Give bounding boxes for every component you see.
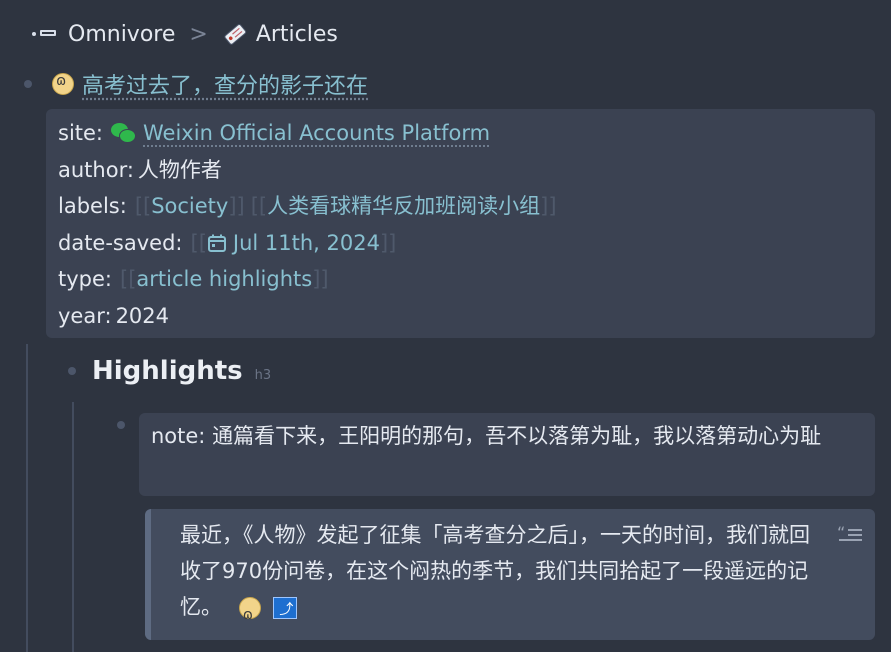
property-date-saved: date-saved: [[ Jul 11th, 2024 ]] — [58, 225, 863, 262]
type-ref[interactable]: article highlights — [136, 261, 312, 298]
breadcrumb: Omnivore > Articles — [28, 18, 338, 50]
label-ref-group[interactable]: 人类看球精华反加班阅读小组 — [267, 188, 540, 225]
label-ref-society[interactable]: Society — [151, 188, 228, 225]
indent-guide — [72, 402, 74, 652]
block-bullet[interactable] — [24, 80, 32, 88]
omnivore-logo-icon — [52, 73, 74, 95]
site-link[interactable]: Weixin Official Accounts Platform — [143, 115, 490, 152]
property-key: author: — [58, 157, 134, 182]
indent-guide — [26, 344, 28, 652]
property-labels: labels: [[ Society ]] [[ 人类看球精华反加班阅读小组 ]… — [58, 188, 863, 225]
tag-icon — [224, 24, 247, 45]
bracket-close: ]] — [312, 267, 329, 291]
page-title[interactable]: 高考过去了，查分的影子还在 — [82, 68, 368, 100]
property-type: type: [[ article highlights ]] — [58, 261, 863, 298]
quote-block[interactable]: 最近，《人物》发起了征集「高考查分之后」，一天的时间，我们就回收了970份问卷，… — [145, 509, 875, 640]
property-key: site: — [58, 121, 104, 145]
page-title-row: 高考过去了，查分的影子还在 — [52, 68, 368, 100]
author-value: 人物作者 — [137, 157, 222, 182]
bracket-open: [[ — [120, 267, 137, 291]
property-key: labels: — [58, 194, 127, 218]
bracket-close: ]] — [540, 194, 557, 218]
jump-link-icon[interactable] — [273, 592, 298, 628]
bracket-open: [[ — [190, 230, 207, 255]
property-key: type: — [58, 267, 112, 291]
quote-icon: “ — [837, 525, 862, 542]
highlights-heading-row: Highlights h3 — [68, 356, 271, 386]
date-saved-ref[interactable]: Jul 11th, 2024 — [233, 225, 380, 262]
property-year: year: 2024 — [58, 298, 863, 335]
highlights-heading: Highlights — [92, 356, 243, 386]
chevron-right-icon: > — [189, 21, 208, 47]
calendar-icon — [207, 234, 226, 252]
property-key: date-saved: — [58, 230, 183, 255]
heading-level-tag: h3 — [254, 367, 272, 383]
wechat-icon — [111, 123, 137, 144]
note-block[interactable]: note: 通篇看下来，王阳明的那句，吾不以落第为耻，我以落第动心为耻 — [139, 413, 875, 496]
property-key: year: — [58, 303, 112, 328]
year-value: 2024 — [115, 303, 170, 328]
block-bullet[interactable] — [68, 367, 76, 375]
note-key: note: — [151, 424, 206, 448]
dot-dash-icon[interactable] — [28, 18, 58, 50]
breadcrumb-current[interactable]: Articles — [256, 22, 338, 47]
block-bullet[interactable] — [117, 421, 125, 429]
breadcrumb-root[interactable]: Omnivore — [68, 22, 175, 47]
bracket-close: ]] — [379, 230, 397, 255]
properties-block[interactable]: site: Weixin Official Accounts Platform … — [46, 109, 875, 338]
omnivore-logo-icon[interactable] — [238, 597, 261, 633]
property-site: site: Weixin Official Accounts Platform — [58, 115, 863, 152]
property-author: author: 人物作者 — [58, 152, 863, 189]
bracket-close: ]] — [228, 194, 245, 218]
bracket-open: [[ — [250, 194, 268, 218]
note-text: 通篇看下来，王阳明的那句，吾不以落第为耻，我以落第动心为耻 — [212, 424, 822, 448]
bracket-open: [[ — [134, 194, 152, 218]
